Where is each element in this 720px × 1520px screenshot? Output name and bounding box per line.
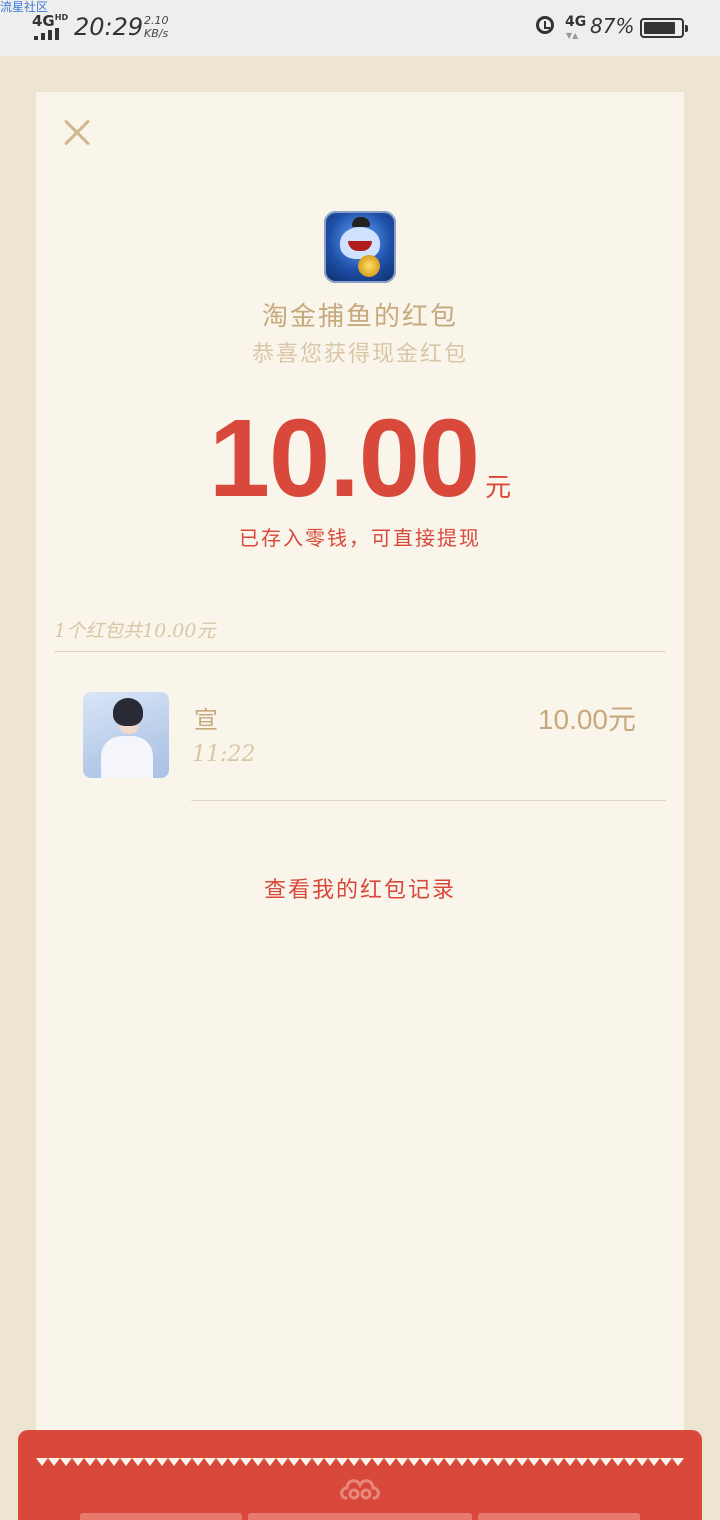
- recipient-name: 宣: [194, 706, 218, 734]
- avatar[interactable]: [83, 692, 169, 778]
- data-arrows-icon: ▼▲: [566, 31, 579, 40]
- view-records-link[interactable]: 查看我的红包记录: [36, 872, 684, 904]
- signal-icon: [34, 28, 64, 40]
- amount-display: 10.00 元: [36, 404, 684, 514]
- alarm-icon: [536, 16, 554, 34]
- bottom-tabs-peek: [80, 1513, 640, 1520]
- battery-fill: [644, 22, 675, 34]
- packet-subtitle: 恭喜您获得现金红包: [251, 342, 468, 367]
- network-speed: 2.10 KB/s: [144, 14, 169, 40]
- divider: [54, 651, 666, 652]
- bottom-red-envelope: [18, 1430, 702, 1520]
- recipient-time: 11:22: [192, 742, 256, 767]
- cloud-icon: [340, 1479, 380, 1500]
- amount-value: 10.00: [208, 397, 480, 520]
- clock-time: 20:29: [74, 13, 144, 41]
- network-type-right: 4G: [565, 14, 587, 30]
- battery-percent: 87%: [590, 14, 635, 38]
- status-bar: 流星社区 4GHD 20:29 2.10 KB/s 4G ▼▲ 87%: [0, 0, 720, 56]
- battery-icon: [640, 18, 688, 38]
- red-packet-card: 淘金捕鱼的红包 恭喜您获得现金红包 10.00 元 已存入零钱，可直接提现 1个红…: [36, 92, 684, 1464]
- packet-title: 淘金捕鱼的红包: [261, 302, 458, 332]
- fishing-game-app-icon: [324, 211, 396, 283]
- amount-unit: 元: [485, 473, 512, 503]
- packet-summary: 1个红包共10.00元: [54, 620, 216, 642]
- zigzag-edge: [36, 1458, 684, 1466]
- recipient-amount: 10.00元: [537, 704, 636, 735]
- row-divider: [191, 800, 666, 801]
- amount-note: 已存入零钱，可直接提现: [239, 526, 481, 550]
- close-icon[interactable]: [58, 114, 96, 152]
- list-item[interactable]: 宣 11:22 10.00元: [36, 692, 684, 802]
